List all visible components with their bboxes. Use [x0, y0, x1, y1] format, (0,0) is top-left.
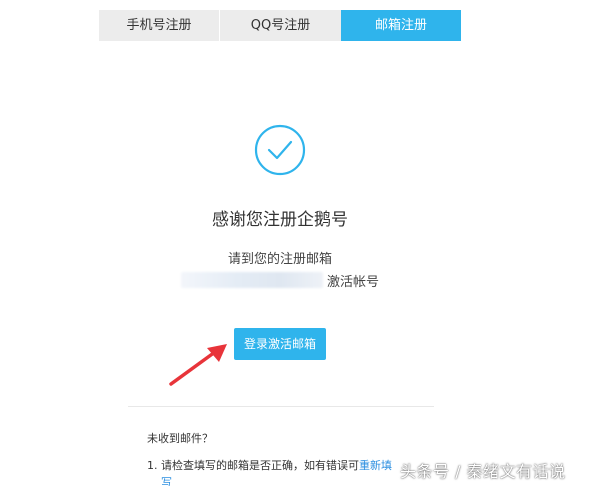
register-tabs: 手机号注册 QQ号注册 邮箱注册 [99, 10, 461, 41]
check-circle-icon [254, 124, 306, 176]
faq-item-1-text: 1. 请检查填写的邮箱是否正确，如有错误可 [147, 459, 359, 472]
tab-email-register[interactable]: 邮箱注册 [341, 10, 461, 41]
activate-account-text: 激活帐号 [327, 274, 380, 290]
login-activate-email-button[interactable]: 登录激活邮箱 [234, 328, 326, 360]
divider [128, 406, 434, 407]
red-arrow-annotation [165, 338, 235, 388]
email-row: 激活帐号 [181, 270, 379, 290]
refill-link[interactable]: 重新填 [359, 459, 392, 472]
faq-item-1: 1. 请检查填写的邮箱是否正确，如有错误可重新填 [147, 457, 392, 473]
watermark: 头条号 / 秦绪文有话说 [400, 462, 566, 481]
page: 手机号注册 QQ号注册 邮箱注册 感谢您注册企鹅号 请到您的注册邮箱 激活帐号 … [0, 0, 595, 486]
faq-title: 未收到邮件？ [147, 432, 213, 445]
instruction-text: 请到您的注册邮箱 [227, 252, 332, 267]
blurred-email [181, 272, 323, 288]
success-title: 感谢您注册企鹅号 [212, 210, 348, 230]
tab-phone-register[interactable]: 手机号注册 [99, 10, 219, 41]
refill-link-continuation[interactable]: 写 [161, 474, 172, 486]
tab-qq-register[interactable]: QQ号注册 [220, 10, 341, 41]
